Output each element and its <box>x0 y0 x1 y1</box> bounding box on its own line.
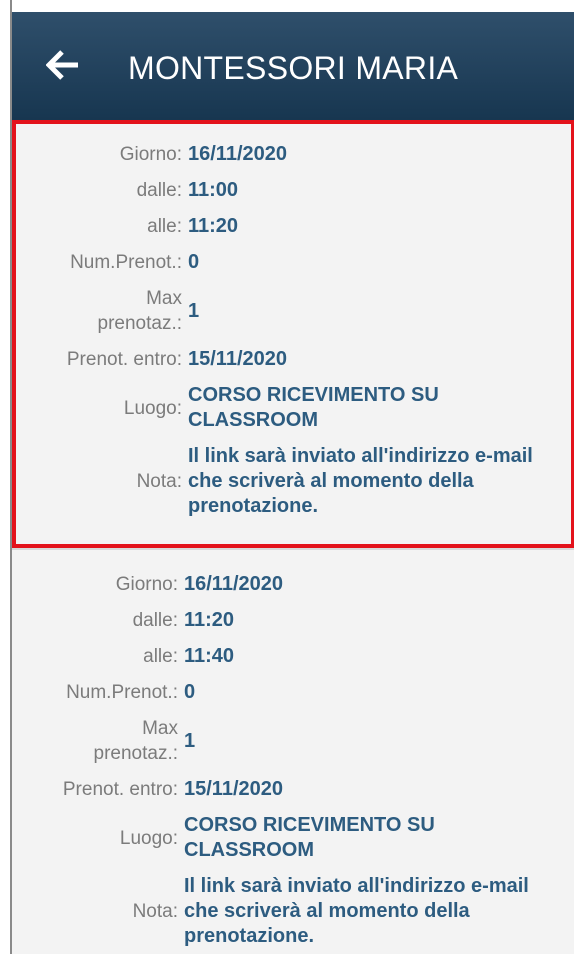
slot-row-prenot-entro: Prenot. entro: 15/11/2020 <box>12 777 574 802</box>
label-max-line1: Max <box>146 288 182 309</box>
slot-row-num-prenot: Num.Prenot.: 0 <box>12 680 574 705</box>
value-max-prenot: 1 <box>184 729 196 752</box>
slot-row-prenot-entro: Prenot. entro: 15/11/2020 <box>16 347 571 372</box>
value-dalle: 11:00 <box>188 179 239 201</box>
slot-row-dalle: dalle: 11:20 <box>12 608 574 633</box>
label-num-prenot: Num.Prenot.: <box>70 252 182 273</box>
value-alle: 11:40 <box>184 645 235 667</box>
label-alle: alle: <box>143 646 178 667</box>
appointment-slot-card[interactable]: Giorno: 16/11/2020 dalle: 11:20 alle: 11… <box>12 550 574 954</box>
appointment-slot-list[interactable]: Giorno: 16/11/2020 dalle: 11:00 alle: 11… <box>12 120 574 954</box>
label-luogo: Luogo: <box>119 827 178 849</box>
label-prenot-entro: Prenot. entro: <box>66 349 182 370</box>
top-edge <box>0 0 574 12</box>
label-luogo: Luogo: <box>123 397 182 419</box>
label-num-prenot: Num.Prenot.: <box>66 682 178 703</box>
slot-row-num-prenot: Num.Prenot.: 0 <box>16 250 571 275</box>
appointment-slot-card-selected[interactable]: Giorno: 16/11/2020 dalle: 11:00 alle: 11… <box>12 120 574 548</box>
value-giorno: 16/11/2020 <box>188 143 287 165</box>
slot-row-giorno: Giorno: 16/11/2020 <box>12 572 574 597</box>
slot-row-luogo: Luogo: CORSO RICEVIMENTO SU CLASSROOM <box>16 383 571 433</box>
label-giorno: Giorno: <box>115 574 178 595</box>
label-nota: Nota: <box>132 901 178 922</box>
label-prenot-entro: Prenot. entro: <box>62 779 178 800</box>
value-prenot-entro: 15/11/2020 <box>188 348 287 370</box>
value-num-prenot: 0 <box>188 251 200 273</box>
slot-row-luogo: Luogo: CORSO RICEVIMENTO SU CLASSROOM <box>12 813 574 863</box>
label-max-line2: prenotaz.: <box>93 743 179 764</box>
slot-row-alle: alle: 11:40 <box>12 644 574 669</box>
app-viewport: MONTESSORI MARIA Giorno: 16/11/2020 dall… <box>0 0 574 954</box>
slot-row-nota: Nota: Il link sarà inviato all'indirizzo… <box>12 874 574 949</box>
slot-row-giorno: Giorno: 16/11/2020 <box>16 142 571 167</box>
slot-row-max-prenot: Max prenotaz.: 1 <box>16 286 571 336</box>
value-giorno: 16/11/2020 <box>184 573 283 595</box>
value-alle: 11:20 <box>188 215 239 237</box>
arrow-left-icon[interactable] <box>46 48 80 82</box>
value-prenot-entro: 15/11/2020 <box>184 778 283 800</box>
label-max-prenot: Max prenotaz.: <box>12 716 179 766</box>
label-max-line1: Max <box>142 718 178 739</box>
slot-row-max-prenot: Max prenotaz.: 1 <box>12 716 574 766</box>
background-window-strip <box>0 0 12 954</box>
slot-row-alle: alle: 11:20 <box>16 214 571 239</box>
slot-row-nota: Nota: Il link sarà inviato all'indirizzo… <box>16 444 571 519</box>
label-giorno: Giorno: <box>119 144 182 165</box>
label-dalle: dalle: <box>136 180 182 201</box>
value-nota: Il link sarà inviato all'indirizzo e-mai… <box>184 875 529 947</box>
label-max-prenot: Max prenotaz.: <box>16 286 183 336</box>
value-num-prenot: 0 <box>184 681 196 703</box>
value-nota: Il link sarà inviato all'indirizzo e-mai… <box>188 445 533 517</box>
value-luogo: CORSO RICEVIMENTO SU CLASSROOM <box>188 384 439 431</box>
page-title: MONTESSORI MARIA <box>128 50 459 86</box>
slot-row-dalle: dalle: 11:00 <box>16 178 571 203</box>
value-dalle: 11:20 <box>184 609 235 631</box>
value-max-prenot: 1 <box>188 299 200 322</box>
label-max-line2: prenotaz.: <box>97 313 183 334</box>
label-alle: alle: <box>147 216 182 237</box>
value-luogo: CORSO RICEVIMENTO SU CLASSROOM <box>184 814 435 861</box>
label-nota: Nota: <box>136 471 182 492</box>
label-dalle: dalle: <box>132 610 178 631</box>
app-header: MONTESSORI MARIA <box>12 12 574 120</box>
